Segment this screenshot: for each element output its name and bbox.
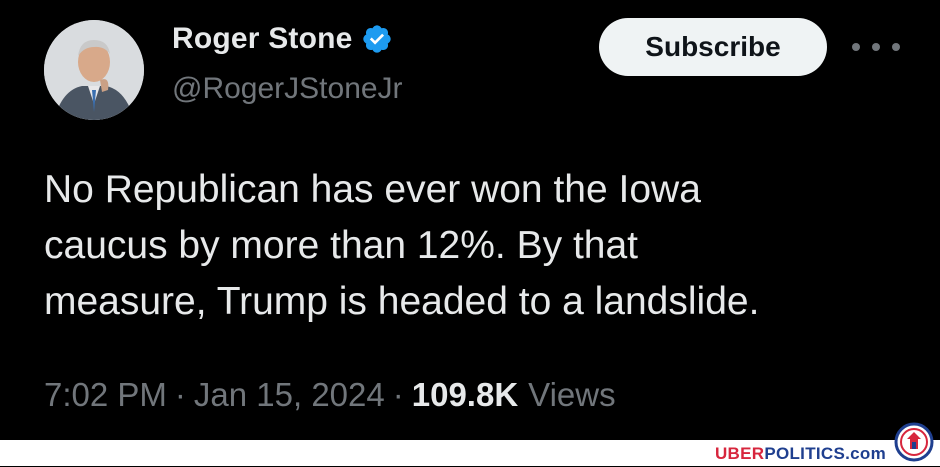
tweet-text: No Republican has ever won the Iowa cauc…: [44, 168, 760, 323]
uberpolitics-logo: [894, 422, 934, 462]
dot-icon: [872, 43, 880, 51]
views-count[interactable]: 109.8K: [412, 376, 518, 414]
meta-separator: ·: [174, 376, 186, 413]
tweet-date[interactable]: Jan 15, 2024: [194, 376, 385, 414]
name-row: Roger Stone: [172, 22, 393, 56]
brand-part-politics: POLITICS.com: [764, 444, 886, 463]
tweet-card: Roger Stone @RogerJStoneJr Subscribe No …: [0, 0, 940, 440]
tweet-time[interactable]: 7:02 PM: [44, 376, 167, 414]
avatar[interactable]: [44, 20, 144, 120]
brand-watermark: UBERPOLITICS.com: [715, 444, 886, 464]
watermark-footer: UBERPOLITICS.com: [0, 422, 940, 466]
meta-separator: ·: [392, 376, 404, 413]
views-label: Views: [528, 376, 616, 413]
verified-badge-icon: [361, 23, 393, 55]
tweet-meta: 7:02 PM · Jan 15, 2024 · 109.8K Views: [44, 376, 616, 414]
avatar-photo: [44, 20, 144, 120]
user-handle[interactable]: @RogerJStoneJr: [172, 72, 403, 106]
subscribe-button[interactable]: Subscribe: [599, 18, 827, 76]
brand-part-uber: UBER: [714, 444, 765, 463]
more-options-icon[interactable]: [852, 32, 900, 62]
dot-icon: [852, 43, 860, 51]
dot-icon: [892, 43, 900, 51]
display-name[interactable]: Roger Stone: [172, 22, 353, 56]
